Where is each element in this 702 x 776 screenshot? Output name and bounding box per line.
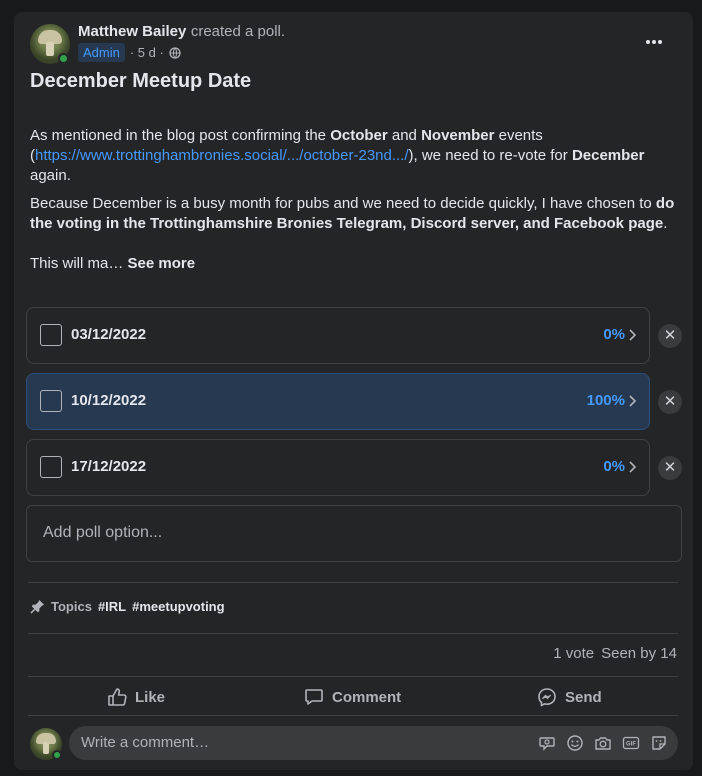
comment-icon: [305, 689, 323, 705]
author-name[interactable]: Matthew Bailey: [78, 23, 186, 40]
post-time[interactable]: · 5 d ·: [130, 45, 164, 60]
poll-option[interactable]: 10/12/2022 100%: [26, 373, 650, 430]
body-bold-segment: October: [330, 127, 388, 144]
chevron-right-icon: [629, 461, 637, 473]
poll-option-percent[interactable]: 100%: [587, 392, 625, 409]
body-text-segment: again.: [30, 167, 71, 184]
post-header-line: Matthew Bailey created a poll.: [78, 23, 285, 41]
send-label: Send: [565, 688, 602, 706]
divider: [28, 715, 678, 716]
admin-badge: Admin: [78, 43, 125, 62]
body-text-segment: This will ma…: [30, 255, 128, 272]
poll-option-percent[interactable]: 0%: [603, 326, 625, 343]
poll-option-checkbox[interactable]: [40, 324, 62, 346]
online-status-dot: [52, 750, 62, 760]
remove-option-button[interactable]: ✕: [658, 456, 682, 480]
globe-icon: [169, 46, 181, 59]
poll-option-label: 10/12/2022: [71, 392, 147, 409]
post-meta: Admin · 5 d ·: [78, 43, 181, 62]
post-stats: 1 vote Seen by 14: [553, 645, 677, 662]
divider: [28, 676, 678, 677]
like-button[interactable]: Like: [107, 684, 165, 710]
poll-option-label: 03/12/2022: [71, 326, 147, 343]
gif-icon[interactable]: GIF: [622, 734, 640, 752]
poll-option[interactable]: 03/12/2022 0%: [26, 307, 650, 364]
avatar-sticker-icon[interactable]: [538, 734, 556, 752]
sticker-icon[interactable]: [650, 734, 668, 752]
body-text-segment: As mentioned in the blog post confirming…: [30, 127, 331, 144]
body-text-segment: .: [663, 215, 668, 232]
poll-option-checkbox[interactable]: [40, 390, 62, 412]
poll-option-checkbox[interactable]: [40, 456, 62, 478]
body-text-segment: events: [494, 127, 543, 144]
poll-title: December Meetup Date: [30, 70, 252, 92]
topics-row: Topics #IRL #meetupvoting: [30, 599, 225, 614]
pin-icon: [30, 599, 45, 614]
like-label: Like: [135, 688, 166, 706]
post-action-text: created a poll.: [190, 23, 286, 40]
body-text-segment: Because December is a busy month for pub…: [30, 195, 656, 212]
seen-by-count[interactable]: Seen by 14: [601, 645, 677, 662]
remove-option-button[interactable]: ✕: [658, 390, 682, 414]
poll-option-label: 17/12/2022: [71, 458, 147, 475]
add-poll-option-input[interactable]: Add poll option...: [26, 505, 682, 562]
more-options-button[interactable]: [645, 32, 663, 50]
chevron-right-icon: [629, 395, 637, 407]
see-more-link[interactable]: See more: [128, 255, 196, 272]
post-card: Matthew Bailey created a poll. Admin · 5…: [14, 12, 693, 770]
poll-option-percent[interactable]: 0%: [603, 458, 625, 475]
svg-text:GIF: GIF: [626, 742, 636, 748]
post-body-para-2: Because December is a busy month for pub…: [30, 194, 680, 234]
online-status-dot: [58, 53, 69, 64]
like-icon: [108, 688, 127, 706]
comment-label: Comment: [332, 688, 402, 706]
comment-placeholder: Write a comment…: [81, 734, 210, 751]
more-options-icon: [646, 40, 662, 44]
emoji-icon[interactable]: [566, 734, 584, 752]
topic-tag[interactable]: #meetupvoting: [132, 599, 224, 614]
poll-option[interactable]: 17/12/2022 0%: [26, 439, 650, 496]
post-body-para-1: As mentioned in the blog post confirming…: [30, 126, 680, 186]
body-text-segment: ), we need to re-vote for: [408, 147, 572, 164]
divider: [28, 633, 678, 634]
post-body-para-3: This will ma… See more: [30, 254, 195, 274]
topic-tag[interactable]: #IRL: [98, 599, 126, 614]
body-bold-segment: December: [571, 147, 645, 164]
comment-button[interactable]: Comment: [304, 684, 401, 710]
chevron-right-icon: [629, 329, 637, 341]
topics-label: Topics: [51, 599, 92, 614]
body-bold-segment: November: [421, 127, 495, 144]
camera-icon[interactable]: [594, 734, 612, 752]
body-text-segment: and: [387, 127, 422, 144]
comment-input[interactable]: Write a comment… GIF: [69, 726, 678, 760]
send-button[interactable]: Send: [537, 684, 602, 710]
divider: [28, 582, 678, 583]
messenger-icon: [538, 688, 556, 707]
blog-post-link[interactable]: https://www.trottinghambronies.social/..…: [35, 147, 409, 164]
vote-count[interactable]: 1 vote: [553, 645, 594, 662]
remove-option-button[interactable]: ✕: [658, 324, 682, 348]
